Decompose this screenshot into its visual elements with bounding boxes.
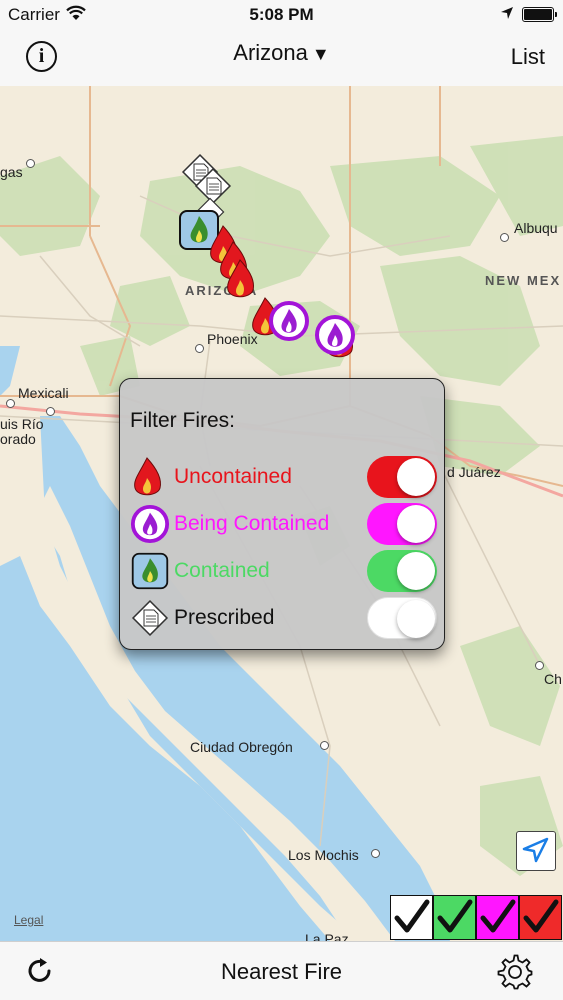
locate-me-button[interactable] [516,831,556,871]
map-dot-chihuahua [535,661,544,670]
map-label-albuquerque: Albuqu [514,220,558,236]
toggle-knob [397,458,435,496]
filter-title: Filter Fires: [130,409,235,432]
clock: 5:08 PM [249,5,314,24]
nearest-fire-button[interactable]: Nearest Fire [0,959,563,985]
location-arrow-icon [522,837,549,863]
toggle-prescribed[interactable] [367,597,437,639]
map-dot-los-mochis [371,849,380,858]
map-label-los-mochis: Los Mochis [288,847,359,863]
filter-row-prescribed: Prescribed [130,597,440,639]
map-dot-las-vegas [26,159,35,168]
map-label-colorado: orado [0,431,36,447]
category-check-strip [390,895,563,940]
filter-row-being-contained: Being Contained [130,503,440,545]
map-dot-san-luis [46,407,55,416]
checkmark-icon [480,899,516,933]
map-dot-phoenix [195,344,204,353]
region-selector[interactable]: Arizona ▼ [0,40,563,66]
bottom-toolbar: Nearest Fire [0,941,563,1000]
location-arrow-icon [500,6,514,25]
map-label-san-luis: uis Río [0,416,44,432]
red-flame-icon [134,457,161,496]
map-label-ciudad-juarez: d Juárez [447,464,501,480]
checkmark-icon [437,899,473,933]
map-label-new-mexico: NEW MEX [485,273,562,288]
green-flame-icon [131,552,169,590]
nav-bar: i Arizona ▼ List [0,30,563,86]
check-prescribed[interactable] [390,895,433,940]
map-label-ciudad-obregon: Ciudad Obregón [190,739,293,755]
filter-row-uncontained: Uncontained [130,456,440,498]
map-label-mexicali: Mexicali [18,385,69,401]
toggle-knob [397,600,435,638]
toggle-knob [397,505,435,543]
prescribed-document-icon [131,599,169,637]
region-title: Arizona [233,40,308,65]
check-uncontained[interactable] [519,895,562,940]
toggle-contained[interactable] [367,550,437,592]
filter-label-contained: Contained [174,559,270,582]
check-being-contained[interactable] [476,895,519,940]
list-button[interactable]: List [511,44,545,70]
status-bar: Carrier 5:08 PM [0,0,563,30]
gear-icon[interactable] [496,953,534,991]
toggle-knob [397,552,435,590]
purple-circle-flame-icon [130,504,170,544]
map-label-las-vegas: gas [0,164,23,180]
map-dot-albuquerque [500,233,509,242]
battery-icon [522,7,557,22]
toggle-uncontained[interactable] [367,456,437,498]
legal-link[interactable]: Legal [14,913,43,927]
map-dot-ciudad-obregon [320,741,329,750]
map-label-chihuahua: Ch [544,671,562,687]
toggle-being-contained[interactable] [367,503,437,545]
checkmark-icon [394,899,430,933]
filter-fires-panel: Filter Fires: Uncontained Being Containe… [119,378,445,650]
filter-label-uncontained: Uncontained [174,465,292,488]
map-dot-mexicali [6,399,15,408]
check-contained[interactable] [433,895,476,940]
filter-row-contained: Contained [130,550,440,592]
dropdown-triangle-icon: ▼ [311,44,330,64]
checkmark-icon [523,899,559,933]
filter-label-being-contained: Being Contained [174,512,330,535]
being-contained-fire-marker[interactable] [314,314,356,356]
filter-label-prescribed: Prescribed [174,606,275,629]
map-label-la-paz: La Paz [305,931,349,941]
being-contained-fire-marker[interactable] [268,300,310,342]
